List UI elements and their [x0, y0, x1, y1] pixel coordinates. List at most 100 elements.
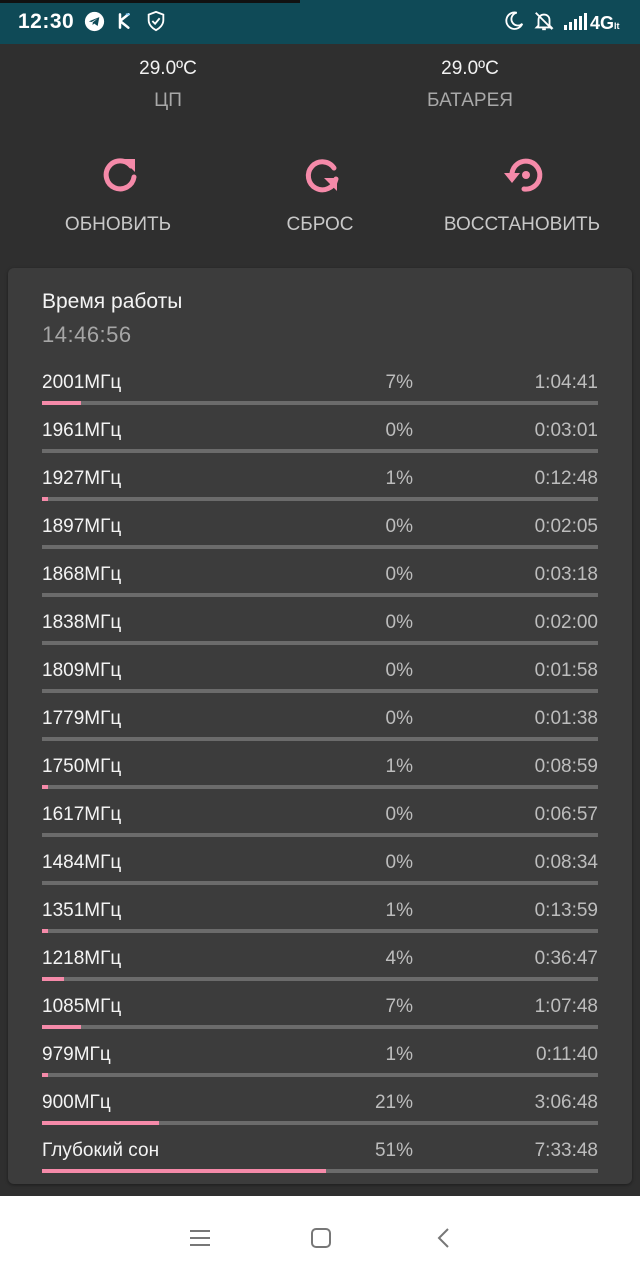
frequency-row: 1927МГц 1% 0:12:48	[8, 458, 632, 506]
frequency-time: 3:06:48	[534, 1092, 598, 1113]
frequency-row: 1484МГц 0% 0:08:34	[8, 842, 632, 890]
frequency-time: 0:03:18	[534, 564, 598, 585]
usage-bar	[42, 881, 598, 885]
usage-bar-fill	[42, 1025, 81, 1029]
frequency-label: 1351МГц	[42, 900, 122, 921]
frequency-label: 979МГц	[42, 1044, 111, 1065]
frequency-label: 1779МГц	[42, 708, 122, 729]
frequency-row: 2001МГц 7% 1:04:41	[8, 362, 632, 410]
frequency-percent: 1%	[385, 468, 413, 489]
usage-bar	[42, 785, 598, 789]
status-bar: 12:30 4Glt	[0, 0, 640, 44]
frequency-row: 1961МГц 0% 0:03:01	[8, 410, 632, 458]
frequency-row: 1809МГц 0% 0:01:58	[8, 650, 632, 698]
frequency-label: 1838МГц	[42, 612, 122, 633]
frequency-percent: 0%	[385, 708, 413, 729]
frequency-time: 0:06:57	[534, 804, 598, 825]
moon-icon	[502, 9, 526, 33]
restore-button[interactable]: ВОССТАНОВИТЬ	[422, 150, 622, 250]
frequency-row: Глубокий сон 51% 7:33:48	[8, 1130, 632, 1178]
reset-icon	[300, 153, 344, 197]
frequency-percent: 4%	[385, 948, 413, 969]
back-icon[interactable]	[426, 1220, 462, 1256]
usage-bar	[42, 401, 598, 405]
frequency-percent: 0%	[385, 516, 413, 537]
network-sub: lt	[614, 21, 620, 31]
frequency-percent: 0%	[385, 804, 413, 825]
frequency-row: 1897МГц 0% 0:02:05	[8, 506, 632, 554]
network-type: 4Glt	[590, 13, 620, 33]
frequency-row: 1351МГц 1% 0:13:59	[8, 890, 632, 938]
frequency-label: 900МГц	[42, 1092, 111, 1113]
frequency-row: 1838МГц 0% 0:02:00	[8, 602, 632, 650]
usage-bar-fill	[42, 401, 81, 405]
cpu-states-card: Время работы 14:46:56 2001МГц 7% 1:04:41 19…	[8, 268, 632, 1184]
frequency-row: 900МГц 21% 3:06:48	[8, 1082, 632, 1130]
frequency-time: 0:01:58	[534, 660, 598, 681]
k-app-icon	[113, 9, 137, 33]
usage-bar	[42, 641, 598, 645]
uptime-title: Время работы	[42, 290, 183, 313]
frequency-label: 1218МГц	[42, 948, 122, 969]
frequency-percent: 1%	[385, 756, 413, 777]
frequency-time: 0:02:05	[534, 516, 598, 537]
usage-bar	[42, 689, 598, 693]
frequency-percent: 7%	[385, 372, 413, 393]
usage-bar	[42, 593, 598, 597]
signal-icon	[562, 9, 588, 33]
usage-bar	[42, 497, 598, 501]
frequency-label: 1085МГц	[42, 996, 122, 1017]
reset-button[interactable]: СБРОС	[220, 150, 420, 250]
status-time: 12:30	[18, 10, 75, 33]
frequency-time: 0:08:59	[534, 756, 598, 777]
reset-label: СБРОС	[286, 214, 354, 235]
restore-label: ВОССТАНОВИТЬ	[443, 214, 601, 235]
frequency-time: 0:03:01	[534, 420, 598, 441]
frequency-label: 1868МГц	[42, 564, 122, 585]
usage-bar-fill	[42, 929, 48, 933]
frequency-time: 1:07:48	[534, 996, 598, 1017]
cpu-temp-value: 29.0ºC	[139, 58, 197, 79]
menu-icon[interactable]	[182, 1220, 218, 1256]
battery-temp-value: 29.0ºC	[441, 58, 499, 79]
frequency-percent: 1%	[385, 1044, 413, 1065]
frequency-label: 1809МГц	[42, 660, 122, 681]
frequency-percent: 0%	[385, 564, 413, 585]
frequency-percent: 0%	[385, 612, 413, 633]
usage-bar	[42, 929, 598, 933]
frequency-time: 0:13:59	[534, 900, 598, 921]
status-bar-edge	[0, 0, 300, 3]
shield-check-icon	[144, 9, 168, 33]
frequency-row: 1617МГц 0% 0:06:57	[8, 794, 632, 842]
frequency-percent: 0%	[385, 852, 413, 873]
frequency-percent: 1%	[385, 900, 413, 921]
usage-bar-fill	[42, 1121, 159, 1125]
frequency-row: 1779МГц 0% 0:01:38	[8, 698, 632, 746]
frequency-label: 1484МГц	[42, 852, 122, 873]
usage-bar	[42, 1169, 598, 1173]
restore-icon	[502, 153, 546, 197]
frequency-time: 1:04:41	[534, 372, 598, 393]
frequency-row: 1750МГц 1% 0:08:59	[8, 746, 632, 794]
cpu-temp-label: ЦП	[154, 90, 182, 111]
frequency-time: 7:33:48	[534, 1140, 598, 1161]
frequency-time: 0:02:00	[534, 612, 598, 633]
usage-bar	[42, 977, 598, 981]
frequency-label: 1897МГц	[42, 516, 122, 537]
refresh-label: ОБНОВИТЬ	[64, 214, 172, 235]
frequency-row: 1868МГц 0% 0:03:18	[8, 554, 632, 602]
usage-bar-fill	[42, 785, 48, 789]
frequency-label: 2001МГц	[42, 372, 122, 393]
frequency-label: 1617МГц	[42, 804, 122, 825]
usage-bar	[42, 833, 598, 837]
usage-bar-fill	[42, 977, 65, 981]
home-icon[interactable]	[303, 1220, 339, 1256]
usage-bar	[42, 545, 598, 549]
usage-bar	[42, 1025, 598, 1029]
usage-bar	[42, 449, 598, 453]
bell-off-icon	[532, 9, 556, 33]
frequency-row: 1218МГц 4% 0:36:47	[8, 938, 632, 986]
usage-bar-fill	[42, 1169, 326, 1173]
frequency-percent: 7%	[385, 996, 413, 1017]
refresh-button[interactable]: ОБНОВИТЬ	[18, 150, 218, 250]
